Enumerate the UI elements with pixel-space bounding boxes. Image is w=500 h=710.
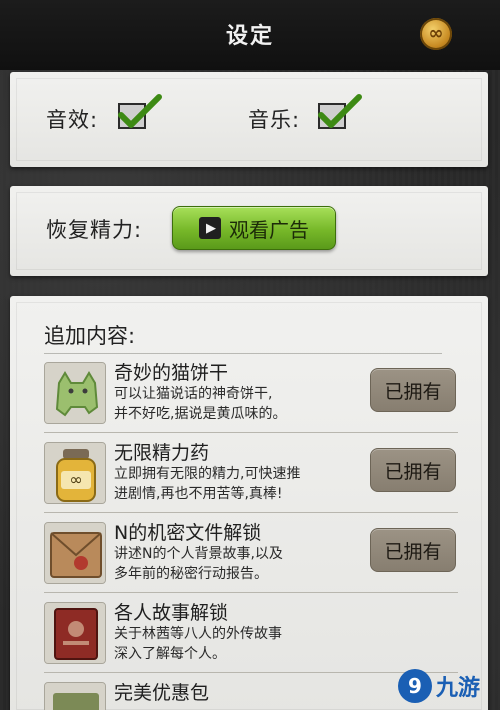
item-description-line: 进剧情,再也不用苦等,真棒!: [114, 486, 283, 502]
top-bar: 设定 ∞: [0, 0, 500, 70]
bundle-icon: [44, 682, 106, 710]
watermark: 9 九游: [398, 662, 498, 710]
book-icon: [44, 602, 106, 664]
item-description-line: 立即拥有无限的精力,可快速推: [114, 466, 301, 482]
item-name: 奇妙的猫饼干: [114, 362, 229, 384]
item-description-line: 关于林茜等八人的外传故事: [114, 626, 282, 642]
list-item-cat-cookie: 奇妙的猫饼干 可以让猫说话的神奇饼干, 并不好吃,据说是黄瓜味的。 已拥有: [44, 358, 458, 432]
divider: [44, 592, 458, 593]
list-item-character-stories: 各人故事解锁 关于林茜等八人的外传故事 深入了解每个人。: [44, 598, 458, 672]
list-item-secret-file: N的机密文件解锁 讲述N的个人背景故事,以及 多年前的秘密行动报告。 已拥有: [44, 518, 458, 592]
extra-content-title: 追加内容:: [44, 324, 136, 348]
owned-button[interactable]: 已拥有: [370, 528, 456, 572]
sound-checkbox[interactable]: [118, 94, 162, 129]
item-description: 立即拥有无限的精力,可快速推 进剧情,再也不用苦等,真棒!: [114, 464, 364, 504]
watch-ad-label: 观看广告: [229, 217, 309, 242]
checkmark-icon: [118, 94, 162, 128]
item-description-line: 并不好吃,据说是黄瓜味的。: [114, 406, 287, 422]
divider: [44, 672, 458, 673]
token-icon[interactable]: ∞: [420, 18, 452, 50]
item-name: 完美优惠包: [114, 682, 210, 704]
envelope-icon: [44, 522, 106, 584]
divider: [44, 432, 458, 433]
watch-ad-button[interactable]: ▶ 观看广告: [172, 206, 336, 250]
divider: [44, 512, 458, 513]
item-description: 讲述N的个人背景故事,以及 多年前的秘密行动报告。: [114, 544, 364, 584]
item-description-line: 讲述N的个人背景故事,以及: [114, 546, 283, 562]
list-item-stamina-potion: ∞ 无限精力药 立即拥有无限的精力,可快速推 进剧情,再也不用苦等,真棒! 已拥…: [44, 438, 458, 512]
item-description: 可以让猫说话的神奇饼干, 并不好吃,据说是黄瓜味的。: [114, 384, 364, 424]
music-label: 音乐:: [248, 108, 301, 132]
play-icon: ▶: [199, 217, 221, 239]
item-description: 关于林茜等八人的外传故事 深入了解每个人。: [114, 624, 364, 664]
potion-jar-icon: ∞: [44, 442, 106, 504]
svg-text:∞: ∞: [69, 470, 82, 489]
music-checkbox[interactable]: [318, 94, 362, 129]
stamina-label: 恢复精力:: [46, 218, 143, 242]
item-name: 无限精力药: [114, 442, 210, 464]
item-description-line: 多年前的秘密行动报告。: [114, 566, 268, 582]
checkmark-icon: [318, 94, 362, 128]
cat-cookie-icon: [44, 362, 106, 424]
divider: [44, 353, 442, 354]
list-item-perfect-bundle[interactable]: 完美优惠包: [44, 678, 458, 710]
item-name: N的机密文件解锁: [114, 522, 262, 544]
item-description-line: 深入了解每个人。: [114, 646, 226, 662]
item-description-line: 可以让猫说话的神奇饼干,: [114, 386, 273, 402]
watermark-text: 九游: [436, 676, 481, 701]
sound-label: 音效:: [46, 108, 99, 132]
owned-button[interactable]: 已拥有: [370, 448, 456, 492]
owned-button[interactable]: 已拥有: [370, 368, 456, 412]
jiuyou-logo-icon: 9: [398, 669, 432, 703]
item-name: 各人故事解锁: [114, 602, 229, 624]
